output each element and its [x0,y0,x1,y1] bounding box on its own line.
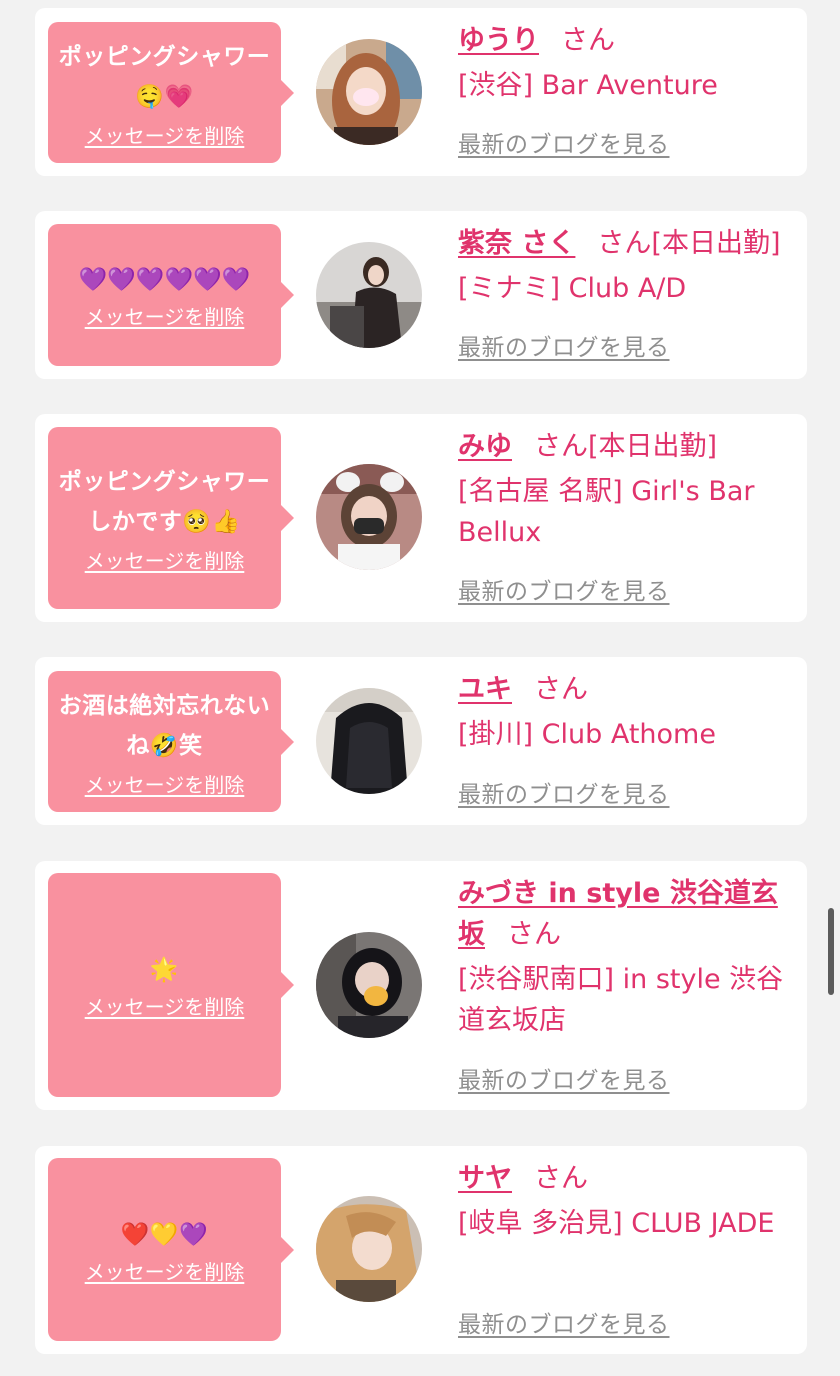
member-name-link[interactable]: サヤ [458,1163,512,1194]
message-bubble: ポッピングシャワー🤤💗 メッセージを削除 [48,22,294,163]
message-text: 🌟 [149,957,180,983]
honorific: さん [507,919,561,950]
honorific: さん [534,431,588,462]
profile-photo-icon [316,39,422,145]
profile-photo-icon [316,688,422,794]
avatar[interactable] [316,932,422,1038]
latest-blog-link[interactable]: 最新のブログを見る [458,328,670,362]
attendance-status: [本日出勤] [651,228,781,259]
honorific: さん [561,25,615,56]
delete-message-link[interactable]: メッセージを削除 [85,123,245,149]
latest-blog-link[interactable]: 最新のブログを見る [458,572,670,606]
member-info: ゆうり さん [渋谷] Bar Aventure [458,20,793,106]
member-name-link[interactable]: 紫奈 さく [458,228,575,259]
delete-message-link[interactable]: メッセージを削除 [85,994,245,1020]
shop-name: [渋谷] Bar Aventure [458,70,718,101]
member-name-link[interactable]: みゆ [458,431,512,462]
message-text: 💜💜💜💜💜💜 [78,267,251,293]
message-text: ❤️💛💜 [120,1221,209,1248]
member-name-link[interactable]: みづき in style 渋谷道玄坂 [458,878,778,950]
latest-blog-link[interactable]: 最新のブログを見る [458,1061,670,1095]
member-name-link[interactable]: ユキ [458,674,512,705]
message-text: ポッピングシャワーしかです🥺👍 [58,469,271,535]
message-bubble: ❤️💛💜 メッセージを削除 [48,1158,294,1341]
latest-blog-link[interactable]: 最新のブログを見る [458,775,670,809]
profile-photo-icon [316,242,422,348]
message-card: ❤️💛💜 メッセージを削除 サヤ さん [岐阜 多治見] CLUB JADE 最新… [35,1146,807,1354]
message-card: お酒は絶対忘れないね🤣笑 メッセージを削除 ユキ さん [掛川] Club Ath… [35,657,807,825]
shop-name: [名古屋 名駅] Girl's Bar Bellux [458,476,755,548]
member-info: みゆ さん[本日出勤] [名古屋 名駅] Girl's Bar Bellux [458,426,793,553]
profile-photo-icon [316,932,422,1038]
message-bubble: お酒は絶対忘れないね🤣笑 メッセージを削除 [48,671,294,812]
message-card: 💜💜💜💜💜💜 メッセージを削除 紫奈 さく さん[本日出勤] [ミナミ] Club… [35,211,807,379]
avatar[interactable] [316,688,422,794]
message-text: ポッピングシャワー🤤💗 [58,43,271,110]
member-name-link[interactable]: ゆうり [458,25,539,56]
honorific: さん [597,228,652,259]
message-bubble: ポッピングシャワーしかです🥺👍 メッセージを削除 [48,427,294,609]
delete-message-link[interactable]: メッセージを削除 [85,772,245,798]
shop-name: [岐阜 多治見] CLUB JADE [458,1208,775,1239]
delete-message-link[interactable]: メッセージを削除 [85,304,245,330]
message-card: ポッピングシャワー🤤💗 メッセージを削除 ゆうり さん [渋谷] Bar Aven… [35,8,807,176]
message-list-page: ポッピングシャワー🤤💗 メッセージを削除 ゆうり さん [渋谷] Bar Aven… [0,0,840,1376]
member-info: ユキ さん [掛川] Club Athome [458,669,793,755]
scrollbar[interactable] [828,908,834,995]
avatar[interactable] [316,242,422,348]
shop-name: [ミナミ] Club A/D [458,273,687,304]
attendance-status: [本日出勤] [588,431,718,462]
message-card: 🌟 メッセージを削除 みづき in style 渋谷道玄坂 さん [渋谷駅南口] … [35,861,807,1110]
avatar[interactable] [316,1196,422,1302]
profile-photo-icon [316,1196,422,1302]
avatar[interactable] [316,39,422,145]
latest-blog-link[interactable]: 最新のブログを見る [458,1305,670,1339]
message-bubble: 💜💜💜💜💜💜 メッセージを削除 [48,224,294,366]
message-card: ポッピングシャワーしかです🥺👍 メッセージを削除 みゆ さん[本日出勤] [名古屋… [35,414,807,622]
delete-message-link[interactable]: メッセージを削除 [85,1259,245,1285]
shop-name: [掛川] Club Athome [458,719,716,750]
message-bubble: 🌟 メッセージを削除 [48,873,294,1097]
honorific: さん [534,674,588,705]
member-info: 紫奈 さく さん[本日出勤] [ミナミ] Club A/D [458,223,793,309]
member-info: みづき in style 渋谷道玄坂 さん [渋谷駅南口] in style 渋谷… [458,873,793,1041]
delete-message-link[interactable]: メッセージを削除 [85,548,245,574]
honorific: さん [534,1163,588,1194]
profile-photo-icon [316,464,422,570]
message-text: お酒は絶対忘れないね🤣笑 [58,692,271,759]
latest-blog-link[interactable]: 最新のブログを見る [458,125,670,159]
avatar[interactable] [316,464,422,570]
member-info: サヤ さん [岐阜 多治見] CLUB JADE [458,1158,793,1244]
shop-name: [渋谷駅南口] in style 渋谷道玄坂店 [458,964,784,1036]
